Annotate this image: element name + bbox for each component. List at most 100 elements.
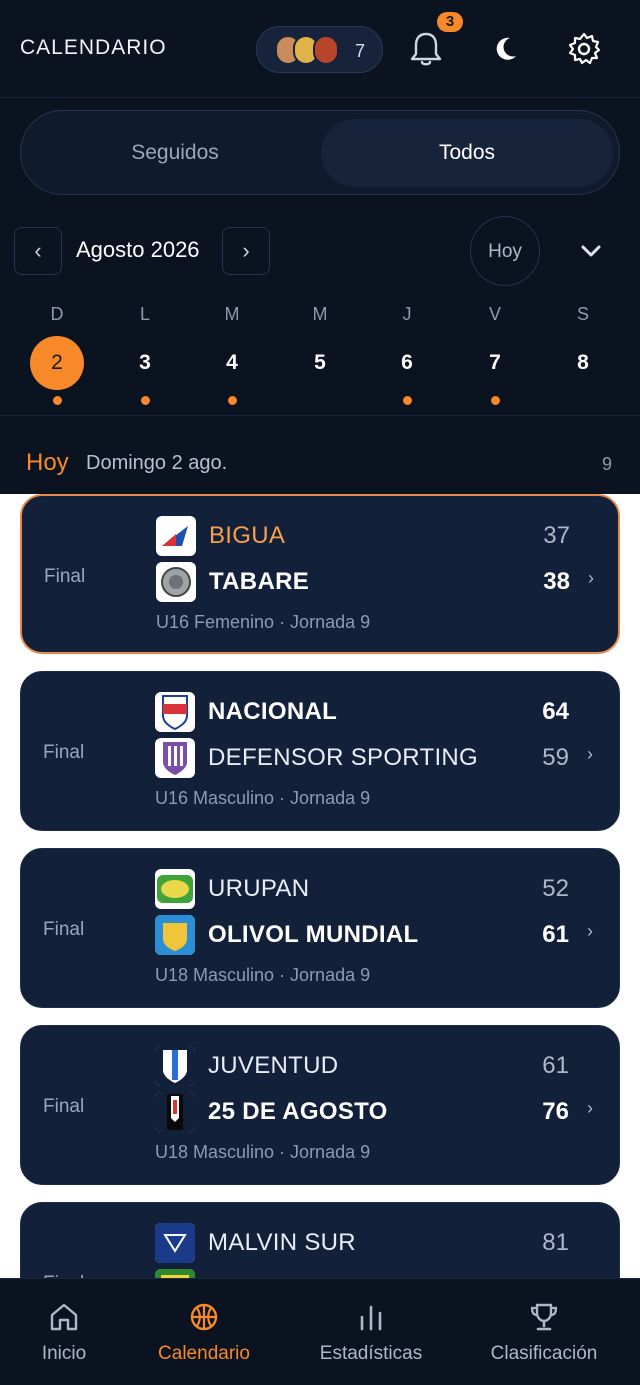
basketball-icon xyxy=(190,1303,218,1331)
team-logo xyxy=(155,692,195,732)
team-logo xyxy=(155,1223,195,1263)
nav-calendario[interactable]: Calendario xyxy=(128,1279,280,1385)
team-name: NACIONAL xyxy=(208,698,338,725)
match-status: Final xyxy=(43,919,85,940)
team-name: DEFENSOR SPORTING xyxy=(208,744,479,771)
team-logo xyxy=(156,516,196,556)
day-letter: V xyxy=(488,304,501,324)
divider xyxy=(0,415,640,416)
bar-chart-icon xyxy=(360,1305,382,1331)
team-score: 61 xyxy=(542,921,569,948)
day-1[interactable]: L3 xyxy=(115,300,175,405)
nav-clasificacion[interactable]: Clasificación xyxy=(464,1279,624,1385)
chevron-down-icon[interactable] xyxy=(576,238,606,264)
app-header: CALENDARIO 7 3 xyxy=(0,0,640,98)
team-score: 38 xyxy=(543,568,570,595)
team-name: 25 DE AGOSTO xyxy=(208,1098,388,1125)
trophy-icon xyxy=(530,1303,558,1331)
team-logo xyxy=(155,1092,195,1132)
day-5[interactable]: V7 xyxy=(465,300,525,405)
selected-day-number: 2 xyxy=(30,336,84,390)
followers-pill[interactable]: 7 xyxy=(256,26,383,73)
bell-icon[interactable] xyxy=(408,30,444,68)
month-label: Agosto 2026 xyxy=(76,237,200,262)
day-3[interactable]: M5 xyxy=(290,300,350,405)
nav-label: Clasificación xyxy=(490,1343,598,1364)
prev-month-button[interactable]: ‹ xyxy=(14,227,62,275)
gear-icon[interactable] xyxy=(566,31,602,67)
team-row: 25 DE AGOSTO 76 xyxy=(155,1092,575,1132)
team-name: BIGUA xyxy=(209,522,286,549)
match-card[interactable]: Final URUPAN 52 OLIVOL MUNDIAL 61 › U18 … xyxy=(20,848,620,1008)
team-logo xyxy=(156,562,196,602)
day-2[interactable]: M4 xyxy=(202,300,262,405)
nav-inicio[interactable]: Inicio xyxy=(0,1279,128,1385)
avatar xyxy=(313,35,339,65)
team-score: 64 xyxy=(542,698,569,725)
day-number: 7 xyxy=(489,351,501,374)
chevron-right-icon: › xyxy=(587,921,593,941)
day-letter: D xyxy=(50,304,64,324)
team-row: BIGUA 37 xyxy=(156,516,576,556)
team-logo xyxy=(155,869,195,909)
next-month-button[interactable]: › xyxy=(222,227,270,275)
tab-seguidos[interactable]: Seguidos xyxy=(29,119,321,187)
day-letter: S xyxy=(576,304,589,324)
bottom-nav: Inicio Calendario Estadísticas Clasifica… xyxy=(0,1278,640,1385)
team-logo xyxy=(155,915,195,955)
day-letter: M xyxy=(312,304,328,324)
today-button[interactable]: Hoy xyxy=(470,216,540,286)
page-title: CALENDARIO xyxy=(20,36,167,59)
day-letter: L xyxy=(139,304,150,324)
games-indicator-dot xyxy=(402,396,412,405)
chevron-right-icon: › xyxy=(588,568,594,588)
match-status: Final xyxy=(43,1096,85,1117)
games-indicator-dot xyxy=(490,396,500,405)
day-number: 4 xyxy=(226,351,238,374)
day-tag: Hoy xyxy=(26,449,69,476)
match-meta: U18 Masculino · Jornada 9 xyxy=(155,965,371,985)
match-card[interactable]: Final NACIONAL 64 DEFENSOR SPORTING 59 ›… xyxy=(20,671,620,831)
match-card[interactable]: Final BIGUA 37 TABARE 38 › U16 Femenino … xyxy=(20,494,620,654)
team-name: OLIVOL MUNDIAL xyxy=(208,921,419,948)
team-name: URUPAN xyxy=(208,875,310,902)
team-row: TABARE 38 xyxy=(156,562,576,602)
team-row: URUPAN 52 xyxy=(155,869,575,909)
nav-estadisticas[interactable]: Estadísticas xyxy=(290,1279,452,1385)
filter-segment: Seguidos Todos xyxy=(20,110,620,195)
day-6[interactable]: S8 xyxy=(553,300,613,405)
team-score: 76 xyxy=(542,1098,569,1125)
nav-label: Calendario xyxy=(158,1343,250,1364)
day-number: 8 xyxy=(577,351,589,374)
day-number: 6 xyxy=(401,351,413,374)
day-4[interactable]: J6 xyxy=(377,300,437,405)
tab-todos[interactable]: Todos xyxy=(321,119,613,187)
day-letter: J xyxy=(402,304,412,324)
followers-count: 7 xyxy=(355,41,366,61)
team-row: MALVIN SUR 81 xyxy=(155,1223,575,1263)
team-row: OLIVOL MUNDIAL 61 xyxy=(155,915,575,955)
team-logo xyxy=(155,1046,195,1086)
moon-icon[interactable] xyxy=(490,34,520,64)
match-meta: U16 Femenino · Jornada 9 xyxy=(156,612,371,632)
home-icon xyxy=(50,1303,78,1331)
team-row: DEFENSOR SPORTING 59 xyxy=(155,738,575,778)
team-name: TABARE xyxy=(209,568,310,595)
day-letter: M xyxy=(224,304,240,324)
team-row: JUVENTUD 61 xyxy=(155,1046,575,1086)
games-indicator-dot xyxy=(140,396,150,405)
match-status: Final xyxy=(44,566,86,587)
team-name: MALVIN SUR xyxy=(208,1229,356,1256)
team-score: 59 xyxy=(542,744,569,771)
games-indicator-dot xyxy=(316,396,325,405)
match-card[interactable]: Final JUVENTUD 61 25 DE AGOSTO 76 › U18 … xyxy=(20,1025,620,1185)
team-score: 81 xyxy=(542,1229,569,1256)
team-score: 52 xyxy=(542,875,569,902)
day-0[interactable]: D2 xyxy=(27,300,87,405)
day-number: 5 xyxy=(314,351,326,374)
games-count: 9 xyxy=(602,454,613,474)
match-meta: U16 Masculino · Jornada 9 xyxy=(155,788,371,808)
match-meta: U18 Masculino · Jornada 9 xyxy=(155,1142,371,1162)
match-status: Final xyxy=(43,742,85,763)
nav-label: Inicio xyxy=(41,1343,87,1364)
